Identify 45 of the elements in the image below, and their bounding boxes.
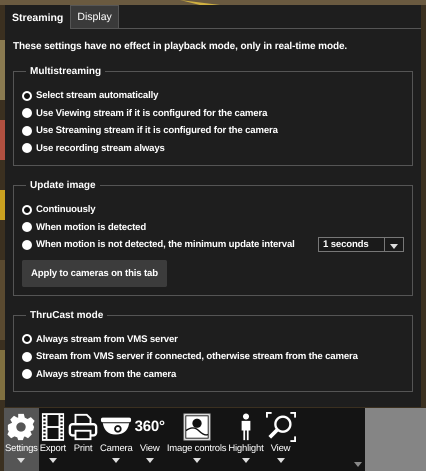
option-label[interactable]: Select stream automatically	[36, 90, 158, 102]
option-label[interactable]: When motion is detected	[36, 222, 146, 233]
radio-button[interactable]	[22, 369, 32, 380]
gear-icon	[6, 412, 36, 442]
option-label[interactable]: Continuously	[36, 204, 96, 216]
radio-button[interactable]	[22, 143, 32, 154]
option-label[interactable]: Always stream from VMS server	[36, 334, 178, 345]
group-title: ThruCast mode	[29, 310, 104, 320]
toolbar-button[interactable]: Image controls	[166, 408, 228, 471]
interval-dropdown[interactable]: 1 seconds	[318, 237, 404, 252]
toolbar-button[interactable]: Print	[67, 408, 99, 471]
radio-button[interactable]	[22, 204, 32, 215]
radio-button[interactable]	[22, 240, 32, 250]
360-icon: 360°	[134, 412, 165, 442]
radio-button[interactable]	[22, 108, 32, 118]
radio-button[interactable]	[22, 334, 32, 344]
group-title: Multistreaming	[29, 66, 102, 77]
option-label[interactable]: When motion is not detected, the minimum update interval	[36, 239, 295, 250]
option-label[interactable]: Use recording stream always	[36, 142, 165, 154]
toolbar-button[interactable]: Highlight	[227, 408, 265, 471]
viewer-background	[365, 408, 426, 471]
film-icon	[40, 412, 65, 442]
toolbar-button[interactable]: 360° View	[134, 408, 166, 471]
overflow-caret-icon[interactable]	[354, 462, 362, 467]
radio-button[interactable]	[22, 126, 32, 136]
caret-icon	[390, 244, 398, 249]
toolbar-button[interactable]: View	[264, 408, 297, 471]
radio-button[interactable]	[22, 90, 32, 101]
group-title: Update image	[29, 180, 97, 191]
toolbar-button[interactable]: Export	[38, 408, 67, 471]
apply-button[interactable]: Apply to cameras on this tab	[22, 260, 167, 286]
radio-button[interactable]	[22, 352, 32, 362]
toolbar-button[interactable]: Camera	[99, 408, 134, 471]
toolbar-button[interactable]: Settings	[4, 408, 39, 471]
radio-button[interactable]	[22, 222, 32, 232]
option-label[interactable]: Always stream from the camera	[36, 368, 176, 380]
printer-icon	[68, 412, 98, 442]
option-label[interactable]: Stream from VMS server if connected, otherwise stream from the camera	[36, 351, 358, 362]
option-label[interactable]: Use Streaming stream if it is configured for the camera	[36, 125, 278, 136]
tab[interactable]: Display	[70, 5, 119, 28]
info-text: These settings have no effect in playback mode, only in real-time mode.	[13, 41, 348, 52]
landscape-image-icon	[182, 412, 211, 442]
option-label[interactable]: Use Viewing stream if it is configured for the camera	[36, 108, 268, 119]
search-icon	[266, 412, 296, 442]
person-icon	[238, 412, 253, 442]
